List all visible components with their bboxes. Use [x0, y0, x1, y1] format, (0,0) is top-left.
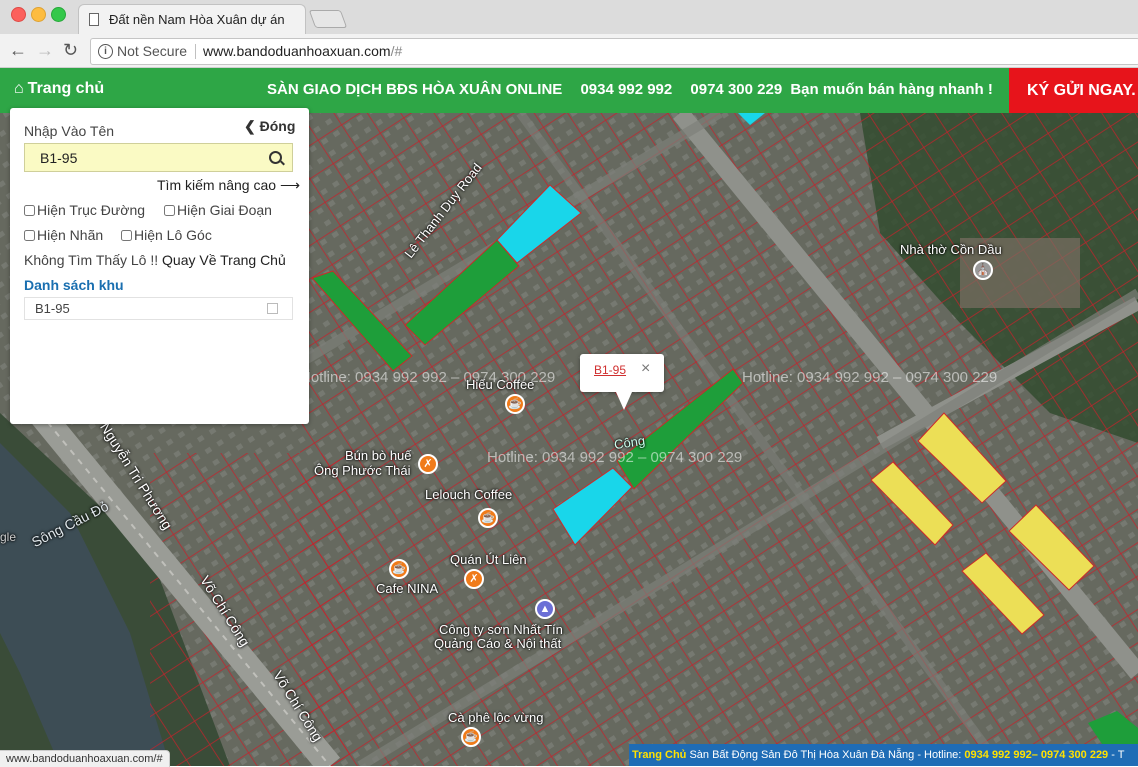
lot-popup: B1-95 ×: [580, 354, 664, 410]
page-icon: [89, 13, 99, 26]
security-label: Not Secure: [117, 43, 188, 59]
url-path: /#: [390, 43, 403, 59]
url-host: www.bandoduanhoaxuan.com: [203, 43, 391, 59]
poi-label-bun-bo-hue: Bún bò huế: [345, 448, 412, 463]
advanced-search-label: Tìm kiếm nâng cao: [157, 177, 277, 193]
home-link[interactable]: ⌂ Trang chủ: [14, 80, 104, 98]
banner-phone-1[interactable]: 0934 992 992: [580, 81, 672, 98]
poi-label-cafe-nina: Cafe NINA: [376, 581, 439, 596]
footer-trail: - T: [1111, 749, 1125, 761]
search-input[interactable]: [25, 144, 265, 171]
checkbox-road-input[interactable]: [24, 205, 35, 216]
close-icon[interactable]: ×: [641, 360, 650, 378]
banner-phone-2[interactable]: 0974 300 229: [690, 81, 782, 98]
close-panel-button[interactable]: ❮ Đóng: [244, 118, 295, 135]
tab-title: Đất nền Nam Hòa Xuân dự án: [109, 12, 285, 27]
search-panel: Nhập Vào Tên ❮ Đóng Tìm kiếm nâng cao ⟶ …: [10, 108, 309, 424]
search-icon[interactable]: [269, 151, 282, 164]
parcel-grid: [300, 113, 1138, 766]
divider: [195, 44, 196, 59]
banner-title: SÀN GIAO DỊCH BĐS HÒA XUÂN ONLINE: [267, 81, 563, 98]
arrow-right-icon: ⟶: [279, 177, 301, 193]
browser-tab-strip: Đất nền Nam Hòa Xuân dự án: [0, 0, 1138, 35]
back-arrow-icon[interactable]: ←: [9, 40, 27, 60]
url-text[interactable]: www.bandoduanhoaxuan.com/#: [203, 43, 402, 59]
parcel-grid-sw: [150, 453, 350, 766]
reload-icon[interactable]: ↻: [63, 40, 78, 60]
coffee-icon[interactable]: ☕: [505, 394, 525, 414]
external-link-icon[interactable]: [267, 303, 278, 314]
browser-toolbar: ← → ↻ i Not Secure www.bandoduanhoaxuan.…: [0, 34, 1138, 68]
consign-now-button[interactable]: KÝ GỬI NGAY.: [1009, 68, 1138, 113]
poi-label-ca-phe-loc-vung: Cà phê lộc vừng: [448, 710, 544, 725]
hotline-watermark: Hotline: 0934 992 992 – 0974 300 229: [742, 369, 998, 386]
checkbox-corner[interactable]: Hiện Lô Góc: [121, 227, 212, 243]
poi-label-quang-cao: Quảng Cáo & Nội thất: [434, 636, 562, 651]
checkbox-phase-label: Hiện Giai Đoạn: [177, 202, 272, 218]
checkbox-label[interactable]: Hiện Nhãn: [24, 227, 103, 243]
chevron-left-icon: ❮: [244, 118, 260, 134]
church-icon[interactable]: ⛪: [973, 260, 993, 280]
partial-label: gle: [0, 530, 17, 544]
checkbox-label-input[interactable]: [24, 230, 35, 241]
checkbox-phase[interactable]: Hiện Giai Đoạn: [164, 202, 272, 218]
panel-title: Nhập Vào Tên: [24, 123, 115, 139]
poi-label-ong-phuoc-thai: Ông Phước Thái: [314, 463, 411, 478]
checkbox-phase-input[interactable]: [164, 205, 175, 216]
home-icon: ⌂: [14, 80, 24, 97]
footer-ticker: Trang Chủ Sàn Bất Động Sản Đô Thị Hòa Xu…: [629, 744, 1138, 766]
coffee-icon[interactable]: ☕: [478, 508, 498, 528]
back-home-link[interactable]: Quay Về Trang Chủ: [162, 252, 286, 268]
banner-tagline: Bạn muốn bán hàng nhanh !: [790, 81, 993, 98]
poi-label-church: Nhà thờ Cồn Dầu: [900, 242, 1002, 257]
coffee-icon[interactable]: ☕: [461, 727, 481, 747]
minimize-window-button[interactable]: [31, 7, 46, 22]
coffee-icon[interactable]: ☕: [389, 559, 409, 579]
maximize-window-button[interactable]: [51, 7, 66, 22]
checkbox-road[interactable]: Hiện Trục Đường: [24, 202, 145, 218]
banner-marquee: SÀN GIAO DỊCH BĐS HÒA XUÂN ONLINE 0934 9…: [267, 81, 1007, 98]
browser-tab[interactable]: Đất nền Nam Hòa Xuân dự án: [78, 4, 306, 35]
home-label: Trang chủ: [27, 80, 105, 97]
footer-text: Sàn Bất Động Sản Đô Thị Hòa Xuân Đà Nẵng…: [689, 749, 962, 761]
close-label: Đóng: [259, 118, 296, 134]
advanced-search-link[interactable]: Tìm kiếm nâng cao ⟶: [157, 177, 300, 194]
checkbox-corner-input[interactable]: [121, 230, 132, 241]
list-item-label: B1-95: [35, 301, 70, 316]
forward-arrow-icon[interactable]: →: [36, 40, 54, 60]
browser-status-bar: www.bandoduanhoaxuan.com/#: [0, 750, 170, 767]
site-navbar: ⌂ Trang chủ SÀN GIAO DỊCH BĐS HÒA XUÂN ON…: [0, 68, 1138, 113]
poi-label-lelouch-coffee: Lelouch Coffee: [425, 487, 513, 502]
address-bar[interactable]: i Not Secure www.bandoduanhoaxuan.com/#: [90, 38, 1138, 65]
footer-home-link[interactable]: Trang Chủ: [632, 749, 686, 761]
poi-label-quan-ut-lien: Quán Út Liên: [450, 552, 527, 567]
not-found-text: Không Tìm Thấy Lô !!: [24, 252, 159, 268]
footer-phones: 0934 992 992– 0974 300 229: [964, 749, 1109, 761]
info-icon[interactable]: i: [98, 44, 113, 59]
checkbox-road-label: Hiện Trục Đường: [37, 202, 146, 218]
poi-label-hieu-coffee: Hiếu Coffee: [466, 377, 535, 392]
search-box: [24, 143, 293, 172]
checkbox-corner-label: Hiện Lô Góc: [134, 227, 212, 243]
poi-label-cong-ty-son: Công ty sơn Nhất Tín: [439, 622, 563, 637]
popup-lot-link[interactable]: B1-95: [594, 363, 626, 377]
close-window-button[interactable]: [11, 7, 26, 22]
restaurant-icon[interactable]: ✗: [418, 454, 438, 474]
checkbox-label-label: Hiện Nhãn: [37, 227, 104, 243]
new-tab-button[interactable]: [308, 10, 348, 28]
list-item[interactable]: B1-95: [24, 297, 293, 320]
not-found-message: Không Tìm Thấy Lô !! Quay Về Trang Chủ: [24, 252, 286, 268]
shop-icon[interactable]: ▲: [535, 599, 555, 619]
restaurant-icon[interactable]: ✗: [464, 569, 484, 589]
area-list-title: Danh sách khu: [24, 277, 124, 293]
